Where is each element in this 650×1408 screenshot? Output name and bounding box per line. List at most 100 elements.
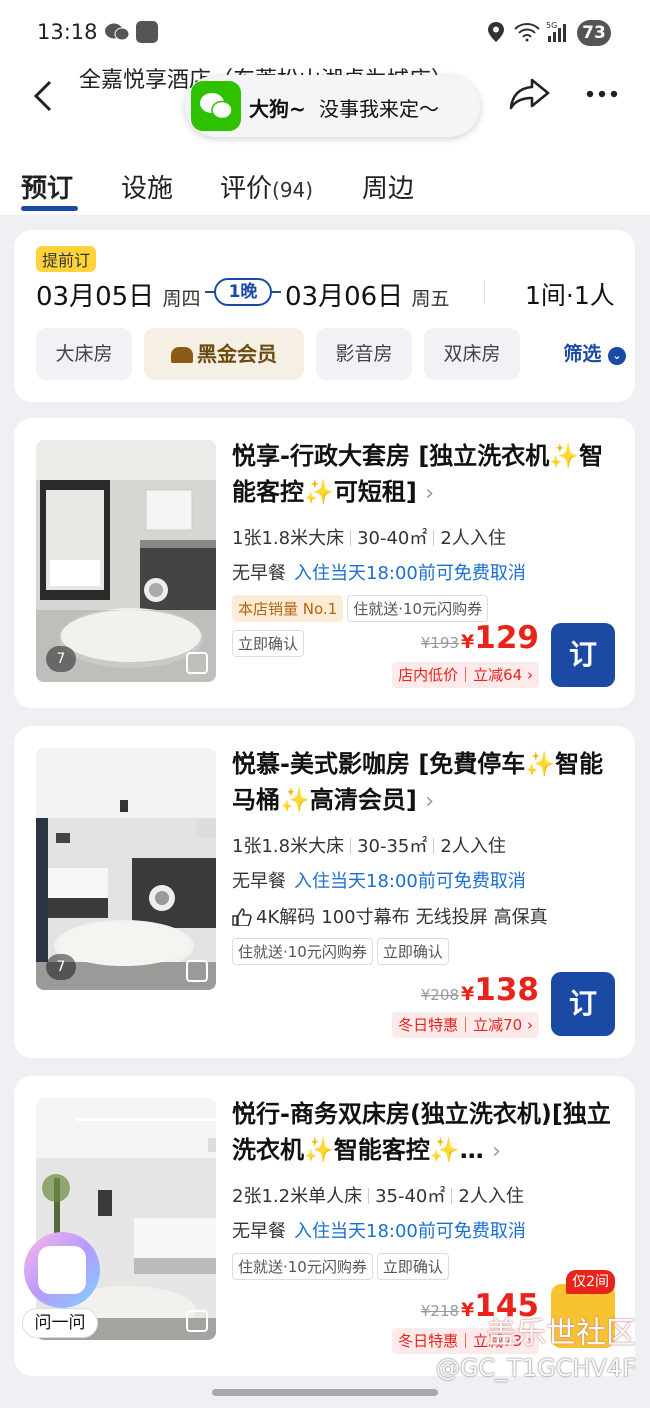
wechat-message-toast[interactable]: 大狗~ 没事我来定～ xyxy=(185,75,480,137)
original-price: ¥218 xyxy=(420,1302,460,1320)
meal-cancel-row: 无早餐 入住当天18:00前可免费取消 xyxy=(232,559,526,585)
room-size: 30-40㎡ xyxy=(357,528,428,549)
room-features: 4K解码 100寸幕布 无线投屏 高保真 xyxy=(232,903,554,929)
checkout-date[interactable]: 03月06日 周五 xyxy=(285,276,449,313)
currency-symbol: ¥ xyxy=(461,983,475,1005)
instant-confirm-tag: 立即确认 xyxy=(376,1253,449,1280)
room-title[interactable]: 悦慕-美式影咖房 [免費停车✨智能马桶✨高清会员] › xyxy=(232,746,612,820)
room-title[interactable]: 悦享-行政大套房 [独立洗衣机✨智能客控✨可短租] › xyxy=(232,438,612,512)
filter-chip-king-bed[interactable]: 大床房 xyxy=(36,328,132,380)
cancellation-policy: 入住当天18:00前可免费取消 xyxy=(294,563,526,584)
room-title[interactable]: 悦行-商务双床房(独立洗衣机)[独立洗衣机✨智能客控✨… › xyxy=(232,1096,612,1170)
feature-item: 4K解码 xyxy=(256,907,316,928)
wifi-icon xyxy=(514,23,540,42)
room-photo[interactable]: 7 xyxy=(36,748,216,990)
tab-label: 评价 xyxy=(220,174,273,204)
checkin-date-text: 03月05日 xyxy=(36,282,155,312)
filter-chip-black-gold[interactable]: 黑金会员 xyxy=(144,328,304,380)
ai-assistant-button[interactable] xyxy=(24,1232,100,1308)
wechat-icon xyxy=(191,81,241,131)
room-specs: 2张1.2米单人床 35-40㎡ 2人入住 xyxy=(232,1182,530,1208)
checkin-weekday: 周四 xyxy=(162,288,201,310)
coupon-tag: 住就送·10元闪购券 xyxy=(232,938,373,965)
room-title-text: 悦享-行政大套房 [独立洗衣机✨智能客控✨可短租] xyxy=(232,442,604,506)
status-bar: 13:18 5G 73 xyxy=(0,0,650,64)
filter-chip-cinema-room[interactable]: 影音房 xyxy=(316,328,412,380)
room-photo[interactable]: 7 xyxy=(36,440,216,682)
watermark: 盖乐世社区 xyxy=(486,1316,636,1351)
divider xyxy=(484,280,485,304)
current-price: 129 xyxy=(474,620,539,656)
verified-badge-icon xyxy=(186,652,208,674)
room-tags-2: 立即确认 xyxy=(232,630,308,657)
chevron-down-icon: ⌄ xyxy=(608,347,626,365)
assistant-logo-icon xyxy=(38,1246,86,1294)
toast-message: 没事我来定～ xyxy=(319,97,439,121)
app-notification-icon xyxy=(136,21,158,43)
cancellation-policy: 入住当天18:00前可免费取消 xyxy=(294,1221,526,1242)
filter-button-label: 筛选 xyxy=(563,343,602,365)
room-title-text: 悦行-商务双床房(独立洗衣机)[独立洗衣机✨智能客控✨… xyxy=(232,1100,611,1164)
promo-badge[interactable]: 店内低价｜立减64 › xyxy=(392,662,539,688)
room-card[interactable]: 7 悦慕-美式影咖房 [免費停车✨智能马桶✨高清会员] › 1张1.8米大床 30… xyxy=(14,726,635,1058)
filter-row: 大床房 黑金会员 影音房 双床房 筛选 ⌄ xyxy=(36,328,626,380)
bed-type: 1张1.8米大床 xyxy=(232,836,345,857)
photo-count: 7 xyxy=(46,954,76,980)
chevron-right-icon: › xyxy=(425,789,435,814)
room-size: 30-35㎡ xyxy=(357,836,428,857)
room-price: ¥193 ¥129 xyxy=(421,620,539,656)
cancellation-policy: 入住当天18:00前可免费取消 xyxy=(294,871,526,892)
home-indicator[interactable] xyxy=(212,1389,438,1396)
room-specs: 1张1.8米大床 30-35㎡ 2人入住 xyxy=(232,832,512,858)
room-card[interactable]: 7 悦享-行政大套房 [独立洗衣机✨智能客控✨可短租] › 1张1.8米大床 30… xyxy=(14,418,635,708)
tab-reviews[interactable]: 评价(94) xyxy=(220,168,313,205)
checkout-weekday: 周五 xyxy=(411,288,450,310)
room-price: ¥208 ¥138 xyxy=(421,972,539,1008)
filter-chip-label: 黑金会员 xyxy=(197,342,277,366)
tab-nearby[interactable]: 周边 xyxy=(362,168,414,205)
filter-button[interactable]: 筛选 ⌄ xyxy=(563,328,626,380)
filter-chip-twin-bed[interactable]: 双床房 xyxy=(424,328,520,380)
book-button[interactable]: 订 xyxy=(551,972,615,1036)
instant-confirm-tag: 立即确认 xyxy=(232,630,305,657)
checkout-date-text: 03月06日 xyxy=(285,282,404,312)
bestseller-tag: 本店销量 No.1 xyxy=(232,595,344,622)
tab-booking[interactable]: 预订 xyxy=(21,168,73,205)
tab-bar: 预订 设施 评价(94) 周边 xyxy=(0,160,650,216)
tab-label: 设施 xyxy=(121,174,174,204)
chevron-right-icon: › xyxy=(425,481,435,506)
bed-type: 2张1.2米单人床 xyxy=(232,1186,363,1207)
meal-cancel-row: 无早餐 入住当天18:00前可免费取消 xyxy=(232,867,526,893)
instant-confirm-tag: 立即确认 xyxy=(376,938,449,965)
wechat-notification-icon xyxy=(105,23,130,41)
promo-badge[interactable]: 冬日特惠｜立减70 › xyxy=(392,1012,539,1038)
currency-symbol: ¥ xyxy=(461,1299,475,1321)
occupancy: 2人入住 xyxy=(458,1186,524,1207)
feature-item: 无线投屏 xyxy=(415,907,488,928)
book-button[interactable]: 订 xyxy=(551,623,615,687)
ask-button[interactable]: 问一问 xyxy=(22,1308,98,1338)
currency-symbol: ¥ xyxy=(461,631,475,653)
share-icon[interactable] xyxy=(508,76,550,112)
tab-label: 预订 xyxy=(21,174,74,204)
verified-badge-icon xyxy=(186,960,208,982)
coupon-tag: 住就送·10元闪购券 xyxy=(347,595,489,622)
checkin-date[interactable]: 03月05日 周四 xyxy=(36,276,200,313)
room-title-text: 悦慕-美式影咖房 [免費停车✨智能马桶✨高清会员] xyxy=(232,750,604,814)
original-price: ¥193 xyxy=(420,634,460,652)
rooms-guests-selector[interactable]: 1间·1人 xyxy=(525,276,615,312)
room-tags: 本店销量 No.1 住就送·10元闪购券 xyxy=(232,595,492,622)
more-options-icon[interactable] xyxy=(585,82,619,106)
feature-item: 高保真 xyxy=(493,907,548,928)
review-count: (94) xyxy=(272,178,314,202)
watermark-username: @GC_T1GCHV4F xyxy=(435,1354,636,1382)
breakfast-info: 无早餐 xyxy=(232,871,286,892)
location-icon xyxy=(488,22,504,42)
room-specs: 1张1.8米大床 30-40㎡ 2人入住 xyxy=(232,524,512,550)
room-tags: 住就送·10元闪购券 立即确认 xyxy=(232,1253,453,1280)
tab-label: 周边 xyxy=(362,174,415,204)
tab-facilities[interactable]: 设施 xyxy=(121,168,173,205)
bed-type: 1张1.8米大床 xyxy=(232,528,345,549)
thumbs-up-icon xyxy=(232,908,252,926)
back-arrow-icon[interactable] xyxy=(28,78,58,114)
